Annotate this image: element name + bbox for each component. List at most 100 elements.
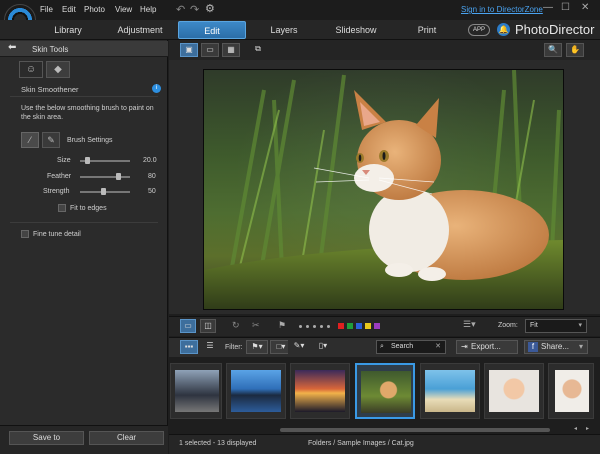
thumbnail-image [295, 370, 345, 412]
thumbnail[interactable] [170, 363, 222, 419]
slider-label-size: Size [57, 157, 71, 164]
redo-icon[interactable]: ↷ [190, 3, 199, 16]
strength-slider-thumb[interactable] [101, 188, 106, 195]
zoom-select[interactable]: Fit ▾ [525, 319, 587, 333]
filmstrip-scrollbar[interactable] [280, 428, 550, 432]
export-icon: ⇥ [461, 342, 468, 351]
thumbnail-image [489, 370, 539, 412]
brush-settings-label: Brush Settings [67, 137, 113, 144]
zoom-tool-button[interactable]: 🔍 [544, 43, 562, 57]
crop-icon[interactable]: ✂ [252, 320, 260, 331]
menu-view[interactable]: View [115, 5, 132, 14]
thumbnail-view-button[interactable]: ▪▪▪ [180, 340, 198, 354]
tab-slideshow[interactable]: Slideshow [330, 21, 382, 39]
color-label-yellow[interactable] [365, 323, 371, 329]
clear-search-icon[interactable]: ✕ [435, 341, 441, 353]
size-slider-thumb[interactable] [85, 157, 90, 164]
tab-skin-tone[interactable]: ◆ [46, 61, 70, 78]
info-icon[interactable]: i [152, 84, 161, 93]
cat-photo-illustration [204, 70, 563, 309]
brush-button[interactable]: ⁄ [21, 132, 39, 148]
thumbnail[interactable] [290, 363, 350, 419]
thumbnail[interactable] [548, 363, 594, 419]
view-single-button[interactable]: ▣ [180, 43, 198, 57]
color-label-purple[interactable] [374, 323, 380, 329]
edit-filter-dropdown[interactable]: ✎▾ [288, 340, 310, 354]
search-input[interactable]: ⌕ Search ✕ [376, 340, 446, 354]
fine-tune-label: Fine tune detail [33, 231, 81, 238]
thumbnails-icon: ▪▪▪ [184, 342, 194, 351]
maximize-button[interactable]: ☐ [561, 2, 570, 13]
thumbnail-image [361, 371, 411, 413]
skin-tools-panel [0, 40, 168, 454]
list-options-icon[interactable]: ☰▾ [463, 319, 476, 330]
single-view-toggle[interactable]: ▭ [180, 319, 196, 333]
back-arrow-icon[interactable]: ⬅ [8, 42, 16, 53]
rating-star-3[interactable] [313, 325, 316, 328]
tab-adjustment[interactable]: Adjustment [110, 21, 170, 39]
settings-gear-icon[interactable]: ⚙ [205, 2, 215, 15]
list-view-button[interactable]: ☰ [201, 340, 219, 354]
selection-status: 1 selected - 13 displayed [179, 440, 257, 447]
section-title: Skin Smoothener [21, 85, 79, 94]
face-icon: ☺ [25, 64, 37, 75]
rating-star-2[interactable] [306, 325, 309, 328]
thumbnail[interactable] [420, 363, 480, 419]
scroll-right-icon[interactable]: ▸ [586, 425, 589, 432]
export-label: Export... [471, 342, 501, 351]
feather-slider-thumb[interactable] [116, 173, 121, 180]
undo-icon[interactable]: ↶ [176, 3, 185, 16]
compare-view-toggle[interactable]: ◫ [200, 319, 216, 333]
tab-smoothener[interactable]: ☺ [19, 61, 43, 78]
menu-help[interactable]: Help [140, 5, 156, 14]
color-label-red[interactable] [338, 323, 344, 329]
scroll-left-icon[interactable]: ◂ [574, 425, 577, 432]
thumbnail-selected[interactable] [355, 363, 415, 419]
share-button[interactable]: f Share... ▾ [524, 340, 588, 354]
menu-edit[interactable]: Edit [62, 5, 76, 14]
save-to-button[interactable]: Save to [9, 431, 84, 445]
thumbnail[interactable] [226, 363, 286, 419]
flag-icon[interactable]: ⚑ [278, 320, 286, 331]
clear-button[interactable]: Clear [89, 431, 164, 445]
divider [10, 222, 158, 223]
menu-photo[interactable]: Photo [84, 5, 105, 14]
close-button[interactable]: ✕ [581, 2, 589, 13]
second-display-button[interactable]: ⧉ [250, 43, 266, 57]
thumbnail[interactable] [484, 363, 544, 419]
tab-library[interactable]: Library [40, 21, 96, 39]
rating-star-4[interactable] [320, 325, 323, 328]
export-button[interactable]: ⇥ Export... [456, 340, 518, 354]
view-grid-button[interactable]: ▦ [222, 43, 240, 57]
tab-print[interactable]: Print [410, 21, 444, 39]
eraser-button[interactable]: ✎ [42, 132, 60, 148]
menu-file[interactable]: File [40, 5, 53, 14]
color-label-blue[interactable] [356, 323, 362, 329]
divider [10, 96, 158, 97]
rating-star-5[interactable] [327, 325, 330, 328]
search-icon: ⌕ [380, 343, 384, 350]
fit-to-edges-checkbox[interactable] [58, 204, 66, 212]
notification-bell-icon[interactable]: 🔔 [497, 23, 510, 36]
color-label-green[interactable] [347, 323, 353, 329]
flag-filter-dropdown[interactable]: ⚑▾ [246, 340, 268, 354]
thumbnail-image [175, 370, 219, 412]
square-filter-icon: □▾ [276, 342, 286, 351]
zoom-value: Fit [530, 322, 538, 329]
rotate-icon[interactable]: ↻ [232, 320, 240, 331]
tab-edit[interactable]: Edit [178, 21, 246, 39]
minimize-button[interactable]: — [543, 2, 553, 13]
tab-layers[interactable]: Layers [262, 21, 306, 39]
rating-star-1[interactable] [299, 325, 302, 328]
fine-tune-checkbox[interactable] [21, 230, 29, 238]
view-compare-button[interactable]: ▭ [201, 43, 219, 57]
file-path: Folders / Sample Images / Cat.jpg [308, 440, 414, 447]
page-filter-dropdown[interactable]: ▯▾ [312, 340, 334, 354]
feather-slider[interactable] [80, 176, 130, 178]
cat-photo[interactable] [203, 69, 564, 310]
pan-tool-button[interactable]: ✋ [566, 43, 584, 57]
app-button[interactable]: APP [468, 24, 490, 36]
sign-in-link[interactable]: Sign in to DirectorZone [461, 5, 543, 14]
size-value: 20.0 [143, 157, 157, 164]
magnifier-icon: 🔍 [548, 45, 558, 54]
